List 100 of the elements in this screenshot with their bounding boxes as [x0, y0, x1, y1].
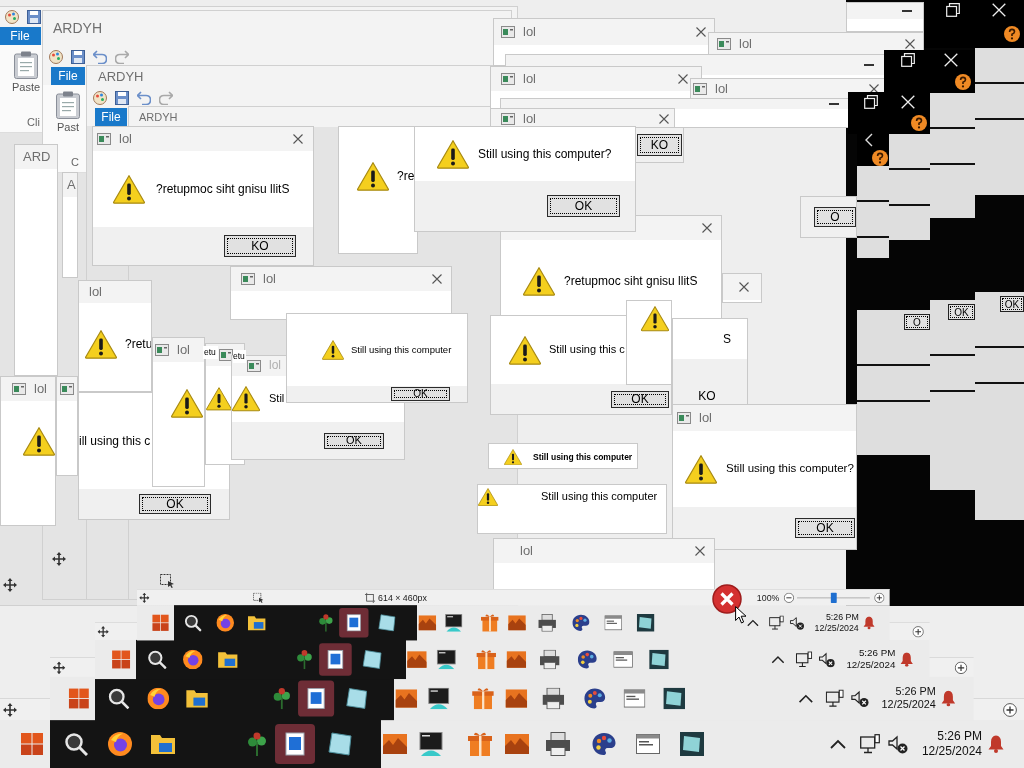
dialog-message: ?retu — [125, 336, 151, 352]
speaker-muted-icon[interactable] — [851, 689, 869, 708]
move-icon[interactable] — [3, 702, 17, 717]
landscape-icon — [508, 613, 526, 632]
zoom-in-icon[interactable] — [1003, 702, 1017, 717]
landscape-icon — [395, 687, 418, 710]
save-icon[interactable] — [115, 91, 129, 105]
dialog-message: ill using this c — [79, 433, 151, 449]
palette-icon[interactable] — [93, 91, 107, 105]
bell-icon[interactable] — [863, 616, 875, 630]
undo-icon[interactable] — [137, 91, 151, 105]
zoom-in-icon[interactable] — [874, 592, 885, 603]
close-icon[interactable] — [659, 114, 669, 124]
help-icon[interactable] — [1004, 26, 1020, 42]
help-icon[interactable] — [955, 73, 971, 90]
move-icon[interactable] — [52, 661, 66, 674]
gift-icon — [476, 649, 496, 670]
zoom-out-icon[interactable] — [783, 592, 795, 603]
window-title: lol — [523, 71, 536, 87]
dialog-button[interactable]: OK — [795, 518, 855, 538]
picture-icon — [325, 649, 346, 670]
dialog-button[interactable]: OK — [547, 195, 620, 217]
restore-icon[interactable] — [864, 95, 878, 109]
monitor-icon[interactable] — [795, 651, 813, 668]
terminal-icon — [436, 649, 457, 670]
dialog-button[interactable]: OK — [1000, 296, 1024, 312]
clock-time: 5:26 PM — [895, 685, 936, 699]
close-icon[interactable] — [678, 74, 688, 84]
folder-icon — [248, 613, 266, 632]
dialog-button[interactable]: KO — [224, 235, 296, 257]
file-tab[interactable]: File — [0, 27, 41, 45]
dialog-button[interactable]: OK — [948, 304, 975, 320]
window-title: lol — [89, 284, 102, 300]
window-title: A — [67, 177, 76, 193]
speaker-muted-icon[interactable] — [818, 651, 835, 668]
terminal-icon — [427, 687, 450, 710]
paste-button[interactable]: Past — [56, 91, 80, 133]
file-tab[interactable]: File — [51, 67, 85, 85]
ribbon-group-label: Cli — [27, 116, 40, 128]
close-icon[interactable] — [702, 223, 712, 233]
caret-icon[interactable] — [771, 655, 785, 664]
move-icon[interactable] — [52, 552, 66, 566]
close-icon[interactable] — [432, 274, 442, 284]
dialog-button[interactable]: KO — [689, 387, 725, 404]
move-icon[interactable] — [139, 592, 150, 603]
search-icon — [184, 613, 202, 632]
speaker-muted-icon[interactable] — [888, 734, 908, 754]
dialog-button[interactable]: O — [904, 314, 930, 330]
help-icon[interactable] — [872, 150, 888, 166]
save-icon[interactable] — [71, 50, 85, 64]
caret-icon[interactable] — [747, 618, 759, 627]
dialog-button[interactable]: KO — [637, 134, 682, 156]
move-icon[interactable] — [97, 625, 109, 638]
close-icon[interactable] — [869, 84, 879, 94]
monitor-icon[interactable] — [825, 689, 844, 708]
selection-icon[interactable] — [160, 574, 174, 588]
window-title: lol — [263, 271, 276, 287]
dialog-button[interactable]: O — [814, 207, 856, 227]
palette-icon — [592, 732, 616, 756]
bell-icon[interactable] — [900, 652, 914, 667]
plant-icon — [271, 687, 293, 710]
start-icon — [111, 649, 131, 670]
taskbar-button[interactable] — [319, 643, 352, 676]
zoom-slider[interactable] — [797, 592, 870, 603]
file-tab[interactable]: File — [95, 108, 127, 126]
framed-tile-icon — [663, 687, 685, 710]
close-icon[interactable] — [905, 39, 915, 49]
save-icon[interactable] — [27, 10, 41, 24]
close-icon[interactable] — [695, 546, 705, 556]
taskbar-button[interactable] — [275, 724, 315, 764]
monitor-icon[interactable] — [860, 734, 880, 754]
clipboard-icon — [56, 91, 80, 119]
palette-icon[interactable] — [5, 10, 19, 24]
palette-icon — [584, 687, 606, 710]
taskbar-button[interactable] — [298, 680, 335, 717]
zoom-in-icon[interactable] — [912, 625, 924, 638]
restore-icon[interactable] — [901, 53, 915, 67]
close-icon[interactable] — [739, 282, 749, 292]
undo-icon[interactable] — [93, 50, 107, 64]
clock-date: 12/25/2024 — [846, 659, 896, 672]
zoom-in-icon[interactable] — [954, 661, 968, 674]
bell-icon[interactable] — [941, 690, 956, 707]
dialog-button[interactable]: OK — [139, 494, 211, 514]
paste-button[interactable]: Paste — [12, 51, 41, 93]
caret-icon[interactable] — [830, 739, 846, 749]
close-icon[interactable] — [293, 134, 303, 144]
help-icon[interactable] — [911, 115, 927, 131]
palette-icon[interactable] — [49, 50, 63, 64]
caret-icon[interactable] — [798, 694, 814, 704]
window-icon — [613, 649, 633, 670]
window-title: ARDYH — [98, 69, 144, 85]
bell-icon[interactable] — [988, 735, 1004, 753]
slider-thumb[interactable] — [830, 592, 837, 603]
move-icon[interactable] — [3, 578, 17, 592]
back-icon[interactable] — [865, 133, 873, 147]
window-icon — [604, 613, 623, 632]
taskbar-button[interactable] — [339, 607, 369, 638]
restore-icon[interactable] — [946, 3, 960, 17]
close-icon[interactable] — [696, 27, 706, 37]
terminal-icon — [419, 732, 443, 756]
